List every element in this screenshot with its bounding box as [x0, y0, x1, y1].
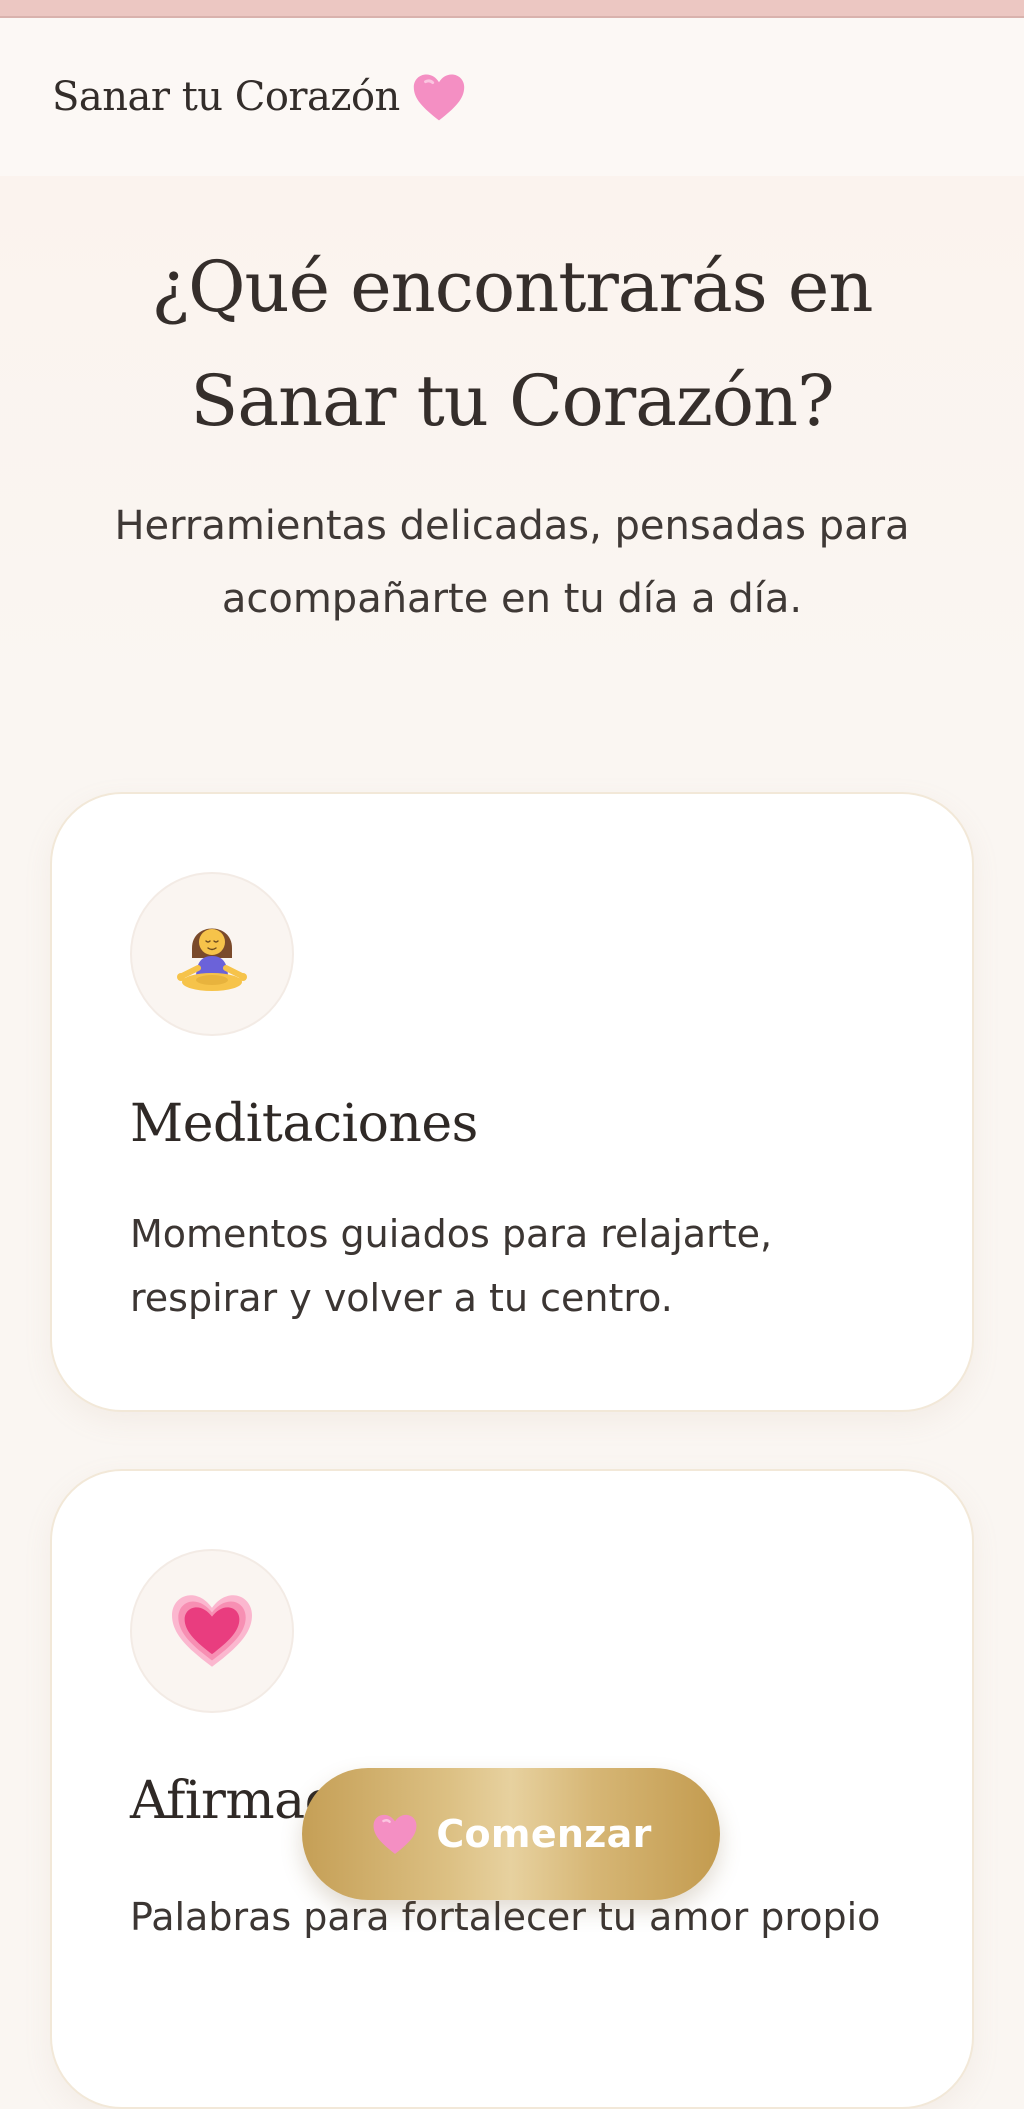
hero-subtitle: Herramientas delicadas, pensadas para ac… [114, 503, 910, 622]
meditating-woman-icon [177, 928, 247, 991]
brand-logo-link[interactable]: Sanar tu Corazón [52, 70, 468, 124]
top-accent-strip [0, 0, 1024, 18]
beating-heart-icon [172, 1595, 252, 1667]
feature-title: Meditaciones [130, 1094, 478, 1154]
hero-title: ¿Qué encontrarás en Sanar tu Corazón? [151, 246, 874, 442]
start-button[interactable]: Comenzar [302, 1768, 720, 1900]
pink-heart-icon [413, 74, 465, 121]
feature-icon-circle [130, 1549, 294, 1713]
feature-icon-circle [130, 872, 294, 1036]
pink-heart-icon [373, 1814, 417, 1854]
start-button-label: Comenzar [436, 1812, 652, 1856]
site-header: Sanar tu Corazón [0, 18, 1024, 176]
hero-section: ¿Qué encontrarás en Sanar tu Corazón? He… [0, 176, 1024, 736]
brand-name: Sanar tu Corazón [52, 74, 400, 120]
feature-card-meditations: Meditaciones Momentos guiados para relaj… [50, 792, 974, 1412]
feature-description: Momentos guiados para relajarte, respira… [130, 1212, 773, 1320]
